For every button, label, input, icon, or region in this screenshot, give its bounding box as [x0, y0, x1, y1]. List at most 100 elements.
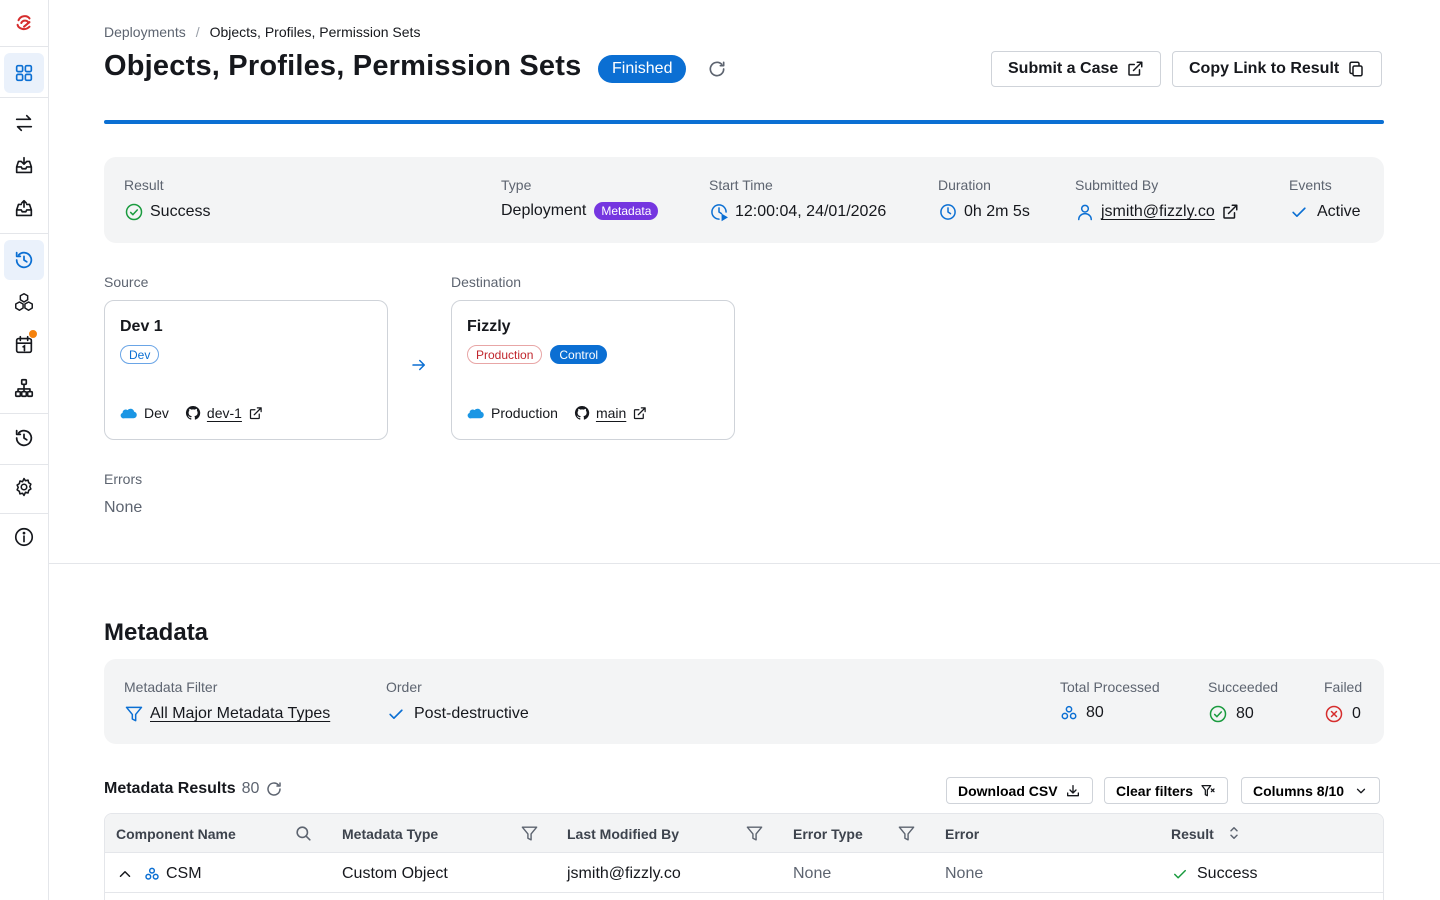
copy-icon — [1349, 61, 1363, 77]
source-branch-link[interactable]: dev-1 — [207, 405, 242, 421]
dashboard-grid-icon[interactable] — [4, 53, 44, 93]
org-chart-icon[interactable] — [4, 368, 44, 408]
external-link-icon[interactable] — [632, 406, 647, 421]
info-icon[interactable] — [4, 517, 44, 557]
source-env: Dev — [144, 405, 169, 421]
order-text: Post-destructive — [414, 705, 529, 722]
filter-icon[interactable] — [745, 824, 764, 843]
column-header-last-modified-by[interactable]: Last Modified By — [567, 826, 679, 842]
page-title: Objects, Profiles, Permission Sets — [104, 50, 582, 82]
user-icon — [1078, 204, 1092, 221]
column-header-component-name[interactable]: Component Name — [116, 826, 236, 842]
destination-tag-production: Production — [467, 345, 543, 364]
source-label: Source — [104, 274, 149, 290]
external-link-icon[interactable] — [248, 406, 263, 421]
result-value: Success — [124, 202, 210, 222]
chevron-up-icon[interactable] — [116, 865, 134, 883]
cell-component-name: CSM — [116, 865, 202, 883]
external-link-icon[interactable] — [1221, 203, 1239, 221]
breadcrumb-current: Objects, Profiles, Permission Sets — [209, 24, 421, 40]
total-processed-label: Total Processed — [1060, 679, 1160, 695]
cell-result: Success — [1171, 865, 1257, 883]
github-icon — [185, 405, 201, 420]
column-header-error[interactable]: Error — [945, 826, 979, 842]
success-check-circle-icon — [1209, 705, 1227, 723]
section-divider — [49, 563, 1440, 564]
success-check-circle-icon — [125, 203, 143, 221]
history-icon[interactable] — [4, 240, 44, 280]
breadcrumb-separator: / — [195, 24, 200, 40]
refresh-icon[interactable] — [705, 57, 729, 81]
source-org-name: Dev 1 — [120, 318, 163, 335]
cubes-icon[interactable] — [4, 282, 44, 322]
destination-tag-control: Control — [550, 345, 608, 364]
summary-panel: Result Success Type Deployment Metadata … — [104, 157, 1384, 243]
result-label: Result — [124, 177, 164, 193]
submitted-by-value[interactable]: jsmith@fizzly.co — [1075, 202, 1239, 222]
duration-value: 0h 2m 5s — [938, 202, 1030, 222]
events-text: Active — [1317, 203, 1361, 220]
download-icon — [1066, 784, 1079, 796]
table-row[interactable]: CSM Custom Object jsmith@fizzly.co None … — [105, 854, 1383, 893]
app-logo-icon[interactable] — [4, 3, 44, 43]
total-processed-text: 80 — [1086, 704, 1104, 721]
download-csv-label: Download CSV — [958, 782, 1058, 799]
check-icon — [1174, 869, 1186, 879]
columns-button[interactable]: Columns 8/10 — [1241, 777, 1381, 804]
cell-last-modified-by: jsmith@fizzly.co — [567, 865, 681, 882]
copy-link-button[interactable]: Copy Link to Result — [1172, 51, 1383, 87]
swap-arrows-icon[interactable] — [4, 103, 44, 143]
column-header-error-type[interactable]: Error Type — [793, 826, 863, 842]
cell-metadata-type: Custom Object — [342, 865, 448, 882]
destination-branch-link[interactable]: main — [596, 405, 626, 421]
filter-icon[interactable] — [520, 824, 539, 843]
salesforce-cloud-icon — [467, 408, 484, 419]
table-header: Component Name Metadata Type Last Modifi… — [105, 814, 1383, 853]
filter-icon — [125, 706, 143, 722]
submitted-by-link[interactable]: jsmith@fizzly.co — [1101, 203, 1215, 221]
metadata-filter-link[interactable]: All Major Metadata Types — [150, 705, 330, 723]
restore-icon[interactable] — [4, 418, 44, 458]
destination-card: Fizzly Production Control Production mai… — [451, 300, 735, 440]
metadata-panel: Metadata Filter All Major Metadata Types… — [104, 659, 1384, 744]
succeeded-value: 80 — [1208, 704, 1254, 724]
sort-icon[interactable] — [1225, 824, 1243, 842]
destination-env: Production — [491, 405, 558, 421]
start-time-text: 12:00:04, 24/01/2026 — [735, 203, 887, 220]
failed-value: 0 — [1324, 704, 1361, 724]
type-text: Deployment — [501, 202, 587, 219]
status-badge: Finished — [598, 55, 687, 83]
clock-icon — [940, 204, 956, 220]
metadata-section-title: Metadata — [104, 619, 209, 646]
destination-label: Destination — [451, 274, 522, 290]
metadata-filter-label: Metadata Filter — [124, 679, 218, 695]
cell-error-type: None — [793, 865, 832, 882]
salesforce-cloud-icon — [120, 408, 137, 419]
filter-icon[interactable] — [897, 824, 916, 843]
result-cell-text: Success — [1197, 865, 1258, 882]
metadata-filter-value[interactable]: All Major Metadata Types — [124, 704, 330, 724]
settings-gear-icon[interactable] — [4, 467, 44, 507]
metadata-badge: Metadata — [594, 202, 659, 220]
type-label: Type — [501, 177, 532, 193]
calendar-icon[interactable] — [4, 325, 44, 365]
submit-case-button[interactable]: Submit a Case — [991, 51, 1162, 87]
refresh-icon[interactable] — [265, 780, 283, 798]
external-link-icon — [1128, 61, 1143, 76]
clear-filters-button[interactable]: Clear filters — [1104, 777, 1229, 804]
columns-label: Columns 8/10 — [1253, 782, 1345, 799]
download-csv-button[interactable]: Download CSV — [946, 777, 1093, 804]
column-header-result[interactable]: Result — [1171, 826, 1214, 842]
inbox-in-icon[interactable] — [4, 146, 44, 186]
results-title-text: Metadata Results — [104, 780, 236, 797]
search-icon[interactable] — [294, 824, 313, 843]
column-header-metadata-type[interactable]: Metadata Type — [342, 826, 438, 842]
clock-play-icon — [711, 204, 728, 222]
inbox-out-icon[interactable] — [4, 189, 44, 229]
submitted-by-label: Submitted By — [1075, 177, 1159, 193]
errors-label: Errors — [104, 471, 143, 487]
github-icon — [574, 405, 590, 420]
cell-error: None — [945, 865, 984, 882]
check-icon — [1292, 207, 1306, 217]
breadcrumb-deployments[interactable]: Deployments — [104, 24, 186, 40]
